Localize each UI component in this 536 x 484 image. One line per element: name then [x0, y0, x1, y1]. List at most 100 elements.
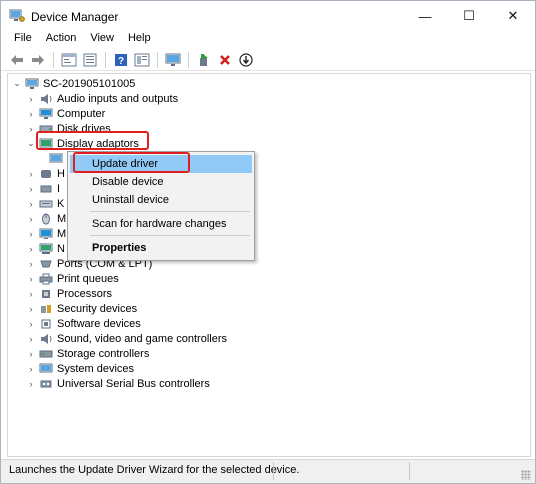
enable-device-button[interactable] — [194, 50, 214, 70]
tree-item-label: H — [57, 167, 65, 180]
chevron-right-icon[interactable]: › — [26, 361, 36, 376]
tree-item-label: Storage controllers — [57, 347, 150, 360]
close-icon: ✕ — [507, 8, 519, 23]
toolbar-separator — [53, 51, 54, 68]
menu-bar: File Action View Help — [1, 31, 535, 47]
tree-item-print-queues[interactable]: › Print queues — [26, 271, 119, 286]
title-bar[interactable]: Device Manager — ☐ ✕ — [1, 1, 535, 31]
tree-item-audio[interactable]: › Audio inputs and outputs — [26, 91, 179, 106]
minimize-button[interactable]: — — [403, 1, 447, 31]
chevron-right-icon[interactable]: › — [26, 346, 36, 361]
menu-item-uninstall-device[interactable]: Uninstall device — [70, 191, 252, 209]
chevron-right-icon[interactable]: › — [26, 271, 36, 286]
close-button[interactable]: ✕ — [491, 1, 535, 31]
tree-item-mice[interactable]: › M — [26, 211, 67, 226]
chevron-right-icon[interactable]: › — [26, 211, 36, 226]
port-icon — [39, 258, 53, 270]
enable-device-icon — [200, 53, 208, 66]
update-driver-button[interactable] — [236, 50, 256, 70]
tree-item-monitors[interactable]: › M — [26, 226, 67, 241]
uninstall-device-button[interactable] — [215, 50, 235, 70]
toolbar: ? — [1, 49, 535, 71]
window-title: Device Manager — [31, 10, 119, 24]
maximize-button[interactable]: ☐ — [447, 1, 491, 31]
svg-text:?: ? — [118, 56, 124, 67]
chevron-right-icon[interactable]: › — [26, 286, 36, 301]
chevron-right-icon[interactable]: › — [26, 226, 36, 241]
chevron-right-icon[interactable]: › — [26, 376, 36, 391]
resize-grip-icon[interactable] — [521, 470, 531, 480]
chevron-right-icon[interactable]: › — [26, 196, 36, 211]
tree-item-label: N — [57, 242, 65, 255]
menu-item-disable-device[interactable]: Disable device — [70, 173, 252, 191]
printer-icon — [39, 273, 53, 285]
chevron-right-icon[interactable]: › — [26, 166, 36, 181]
chevron-right-icon[interactable]: › — [26, 301, 36, 316]
chevron-right-icon[interactable]: › — [26, 91, 36, 106]
menu-view[interactable]: View — [83, 31, 121, 47]
system-device-icon — [39, 363, 53, 375]
tree-item-software-devices[interactable]: › Software devices — [26, 316, 141, 331]
tree-item-security-devices[interactable]: › Security devices — [26, 301, 138, 316]
chevron-down-icon[interactable]: ⌄ — [12, 76, 22, 91]
chevron-right-icon[interactable]: › — [26, 121, 36, 136]
chevron-right-icon[interactable]: › — [26, 316, 36, 331]
tree-item-label: Security devices — [57, 302, 138, 315]
device-manager-app-icon — [9, 9, 25, 23]
tree-item-usb-controllers[interactable]: › Universal Serial Bus controllers — [26, 376, 210, 391]
tree-item-ide[interactable]: › I — [26, 181, 61, 196]
update-driver-icon — [239, 52, 253, 67]
security-device-icon — [39, 303, 53, 315]
tree-item-network[interactable]: › N — [26, 241, 65, 256]
chevron-right-icon[interactable]: › — [26, 241, 36, 256]
status-divider — [409, 462, 410, 480]
toolbar-separator — [105, 51, 106, 68]
back-button[interactable] — [7, 50, 27, 70]
menu-item-properties[interactable]: Properties — [70, 239, 252, 257]
chevron-right-icon[interactable]: › — [26, 256, 36, 271]
tree-root-label: SC-201905101005 — [43, 77, 136, 90]
tree-item-computer[interactable]: › Computer — [26, 106, 106, 121]
chevron-right-icon[interactable]: › — [26, 331, 36, 346]
tree-item-system-devices[interactable]: › System devices — [26, 361, 135, 376]
properties-icon — [61, 53, 77, 66]
chevron-down-icon[interactable]: ⌄ — [26, 136, 36, 151]
tree-root[interactable]: ⌄ SC-201905101005 — [12, 76, 135, 91]
properties-button[interactable] — [59, 50, 79, 70]
tree-item-sound-video-game[interactable]: › Sound, video and game controllers — [26, 331, 228, 346]
tree-view-button[interactable] — [132, 50, 152, 70]
tree-item-hid[interactable]: › H — [26, 166, 65, 181]
tree-item-label: M — [57, 227, 67, 240]
tree-item-label: Sound, video and game controllers — [57, 332, 227, 345]
menu-help[interactable]: Help — [121, 31, 158, 47]
maximize-icon: ☐ — [463, 8, 475, 23]
forward-button[interactable] — [28, 50, 48, 70]
scan-hardware-button[interactable] — [163, 50, 183, 70]
toolbar-separator — [157, 51, 158, 68]
menu-item-scan-hardware[interactable]: Scan for hardware changes — [70, 215, 252, 233]
tree-item-keyboards[interactable]: › K — [26, 196, 65, 211]
back-arrow-icon — [11, 54, 23, 65]
display-device-icon — [49, 153, 63, 165]
chevron-right-icon[interactable]: › — [26, 181, 36, 196]
status-bar: Launches the Update Driver Wizard for th… — [1, 459, 535, 483]
sound-icon — [39, 333, 53, 345]
tree-item-storage-controllers[interactable]: › Storage controllers — [26, 346, 150, 361]
tree-item-label: Print queues — [57, 272, 119, 285]
tree-child-display-device[interactable] — [46, 151, 67, 166]
details-icon — [83, 53, 97, 66]
processor-icon — [39, 288, 53, 300]
mouse-icon — [39, 213, 53, 225]
device-manager-window: Device Manager — ☐ ✕ File Action View He… — [0, 0, 536, 484]
tree-item-processors[interactable]: › Processors — [26, 286, 113, 301]
menu-action[interactable]: Action — [39, 31, 84, 47]
menu-file[interactable]: File — [7, 31, 39, 47]
tree-item-label: M — [57, 212, 67, 225]
uninstall-x-icon — [220, 54, 230, 65]
help-button[interactable]: ? — [111, 50, 131, 70]
status-divider — [273, 462, 274, 480]
details-button[interactable] — [80, 50, 100, 70]
tree-item-label: System devices — [57, 362, 135, 375]
menu-separator — [90, 235, 250, 236]
chevron-right-icon[interactable]: › — [26, 106, 36, 121]
